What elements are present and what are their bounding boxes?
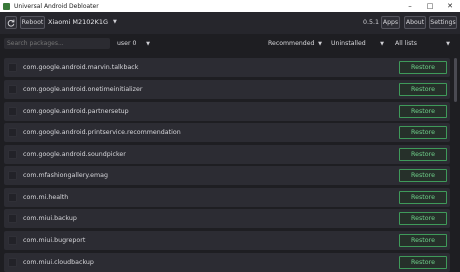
package-name: com.google.android.marvin.talkback	[23, 64, 139, 71]
recommendation-select[interactable]: Recommended ▼	[268, 38, 322, 49]
restore-button[interactable]: Restore	[399, 83, 447, 96]
settings-button[interactable]: Settings	[429, 16, 457, 29]
package-row[interactable]: com.mfashiongallery.emag Restore	[4, 166, 450, 185]
minimize-icon[interactable]: –	[400, 0, 420, 12]
window-controls: – □ ✕	[400, 0, 460, 12]
package-name: com.mi.health	[23, 194, 69, 201]
chevron-down-icon: ▼	[146, 40, 150, 47]
package-row[interactable]: com.google.android.partnersetup Restore	[4, 102, 450, 121]
chevron-down-icon: ▼	[446, 40, 450, 47]
window-title: Universal Android Debloater	[14, 2, 99, 10]
restore-button[interactable]: Restore	[399, 256, 447, 269]
device-label: Xiaomi M2102K1G	[48, 18, 109, 26]
user-select-label: user 0	[117, 40, 137, 47]
restore-button[interactable]: Restore	[399, 169, 447, 182]
user-select[interactable]: user 0 ▼	[117, 38, 150, 49]
package-checkbox[interactable]	[8, 193, 17, 202]
device-selector[interactable]: Xiaomi M2102K1G ▼	[48, 16, 117, 28]
restore-button[interactable]: Restore	[399, 61, 447, 74]
package-checkbox[interactable]	[8, 171, 17, 180]
search-input[interactable]	[4, 38, 110, 49]
package-row[interactable]: com.google.android.soundpicker Restore	[4, 145, 450, 164]
package-row[interactable]: com.google.android.onetimeinitializer Re…	[4, 80, 450, 99]
package-name: com.google.android.soundpicker	[23, 151, 126, 158]
package-checkbox[interactable]	[8, 85, 17, 94]
package-name: com.miui.bugreport	[23, 237, 86, 244]
maximize-icon[interactable]: □	[420, 0, 440, 12]
package-name: com.miui.cloudbackup	[23, 259, 94, 266]
package-checkbox[interactable]	[8, 63, 17, 72]
refresh-icon	[7, 19, 15, 27]
restore-button[interactable]: Restore	[399, 191, 447, 204]
refresh-button[interactable]	[5, 16, 17, 29]
state-select-label: Uninstalled	[331, 40, 366, 47]
package-row[interactable]: com.mi.health Restore	[4, 188, 450, 207]
package-name: com.miui.backup	[23, 215, 77, 222]
package-checkbox[interactable]	[8, 107, 17, 116]
app-icon	[3, 2, 10, 10]
package-checkbox[interactable]	[8, 150, 17, 159]
list-select-label: All lists	[395, 40, 417, 47]
window-titlebar: Universal Android Debloater – □ ✕	[0, 0, 460, 12]
list-scrollbar[interactable]	[453, 56, 458, 272]
about-button[interactable]: About	[404, 16, 426, 29]
package-row[interactable]: com.miui.backup Restore	[4, 209, 450, 228]
package-checkbox[interactable]	[8, 128, 17, 137]
version-label: 0.5.1	[363, 18, 380, 26]
recommendation-select-label: Recommended	[268, 40, 315, 47]
package-name: com.google.android.printservice.recommen…	[23, 129, 181, 136]
package-checkbox[interactable]	[8, 236, 17, 245]
package-checkbox[interactable]	[8, 214, 17, 223]
restore-button[interactable]: Restore	[399, 234, 447, 247]
chevron-down-icon: ▼	[113, 19, 117, 25]
package-checkbox[interactable]	[8, 258, 17, 267]
chevron-down-icon: ▼	[380, 40, 384, 47]
state-select[interactable]: Uninstalled ▼	[331, 38, 384, 49]
package-row[interactable]: com.google.android.printservice.recommen…	[4, 123, 450, 142]
close-icon[interactable]: ✕	[440, 0, 460, 12]
package-name: com.google.android.onetimeinitializer	[23, 86, 143, 93]
restore-button[interactable]: Restore	[399, 126, 447, 139]
restore-button[interactable]: Restore	[399, 212, 447, 225]
package-list: com.google.android.marvin.talkback Resto…	[0, 56, 452, 272]
package-row[interactable]: com.google.android.marvin.talkback Resto…	[4, 58, 450, 77]
apps-button[interactable]: Apps	[381, 16, 400, 29]
scrollbar-thumb[interactable]	[454, 58, 457, 102]
reboot-button[interactable]: Reboot	[20, 16, 45, 29]
package-name: com.google.android.partnersetup	[23, 108, 129, 115]
restore-button[interactable]: Restore	[399, 105, 447, 118]
restore-button[interactable]: Restore	[399, 148, 447, 161]
package-row[interactable]: com.miui.bugreport Restore	[4, 231, 450, 250]
package-name: com.mfashiongallery.emag	[23, 172, 109, 179]
package-row[interactable]: com.miui.cloudbackup Restore	[4, 253, 450, 272]
list-select[interactable]: All lists ▼	[395, 38, 450, 49]
chevron-down-icon: ▼	[318, 40, 322, 47]
